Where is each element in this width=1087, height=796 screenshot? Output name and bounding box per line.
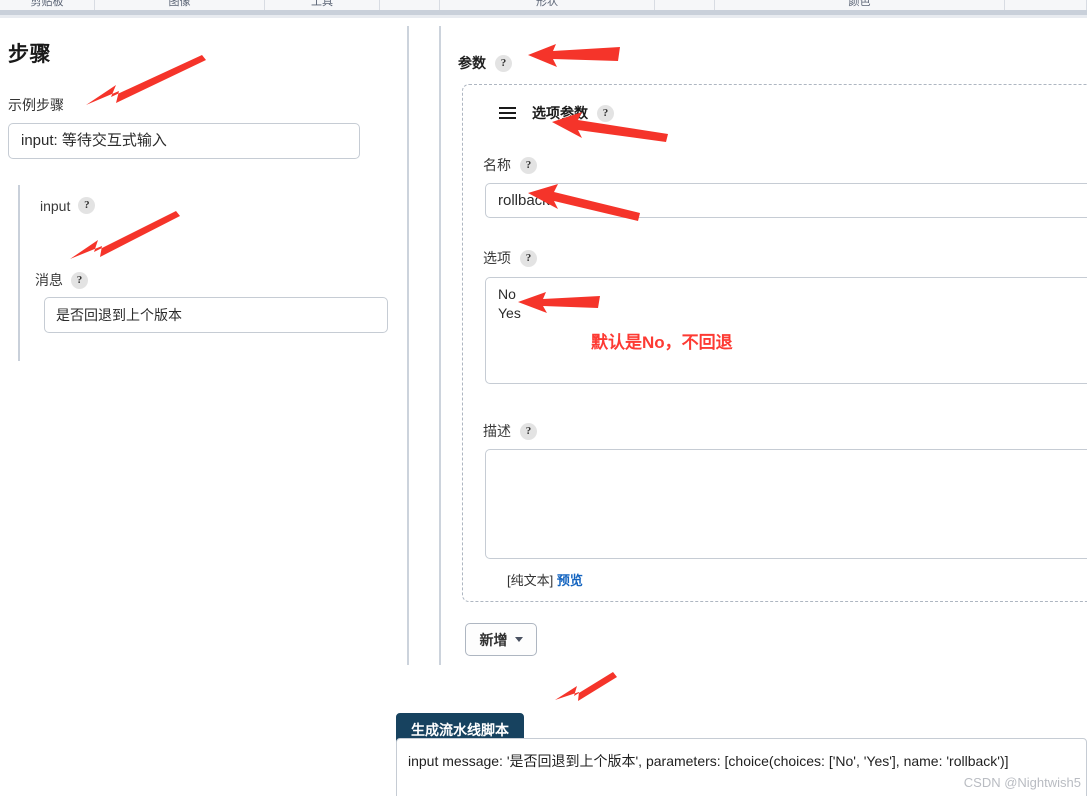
- parameters-panel: 参数 ? 选项参数 ? 名称 ? rollback 选项 ? No Yes 描述…: [396, 18, 1087, 796]
- step-detail-block: input ? 消息 ? 是否回退到上个版本: [18, 185, 400, 361]
- toolbar-group-剪贴板[interactable]: 剪贴板: [0, 0, 95, 10]
- step-name-row: input ?: [40, 197, 96, 214]
- description-field-label-row: 描述 ?: [483, 421, 537, 441]
- help-icon[interactable]: ?: [495, 54, 512, 72]
- name-input[interactable]: rollback: [485, 183, 1087, 218]
- parameters-label: 参数: [458, 55, 486, 71]
- annotation-default-no: 默认是No，不回退: [591, 333, 733, 352]
- panel-divider-left: [407, 26, 409, 665]
- generated-script-text: input message: '是否回退到上个版本', parameters: …: [408, 753, 1009, 769]
- help-icon[interactable]: ?: [520, 249, 537, 267]
- name-label: 名称: [483, 157, 511, 173]
- page-title: 步骤: [8, 43, 51, 66]
- name-field-label-row: 名称 ?: [483, 155, 537, 175]
- parameter-type-title: 选项参数 ?: [532, 103, 614, 123]
- message-row: 消息 ?: [35, 270, 88, 290]
- step-type-select[interactable]: input: 等待交互式输入: [8, 123, 360, 159]
- message-label: 消息: [35, 272, 63, 288]
- watermark: CSDN @Nightwish5: [963, 775, 1081, 790]
- chevron-down-icon: [514, 637, 523, 642]
- steps-panel: 步骤 示例步骤 input: 等待交互式输入 input ? 消息 ? 是否回退…: [0, 18, 400, 796]
- toolbar-group-6[interactable]: [655, 0, 715, 10]
- plain-text-label: [纯文本]: [507, 573, 554, 588]
- help-icon[interactable]: ?: [71, 271, 88, 289]
- help-icon[interactable]: ?: [520, 422, 537, 440]
- example-steps-label: 示例步骤: [8, 97, 64, 113]
- drag-handle-icon[interactable]: [499, 106, 516, 120]
- step-name-label: input: [40, 197, 71, 214]
- parameter-card-header: 选项参数 ?: [499, 103, 614, 123]
- description-footer: [纯文本] 预览: [507, 570, 583, 589]
- choices-textarea[interactable]: No Yes: [485, 277, 1087, 384]
- toolbar-group-图像[interactable]: 图像: [95, 0, 265, 10]
- add-button-label: 新增: [479, 631, 508, 648]
- editor-toolbar: 剪贴板 图像 工具 形状 颜色: [0, 0, 1087, 10]
- parameters-header: 参数 ?: [458, 53, 512, 73]
- app-root: 剪贴板 图像 工具 形状 颜色 步骤 示例步骤 input: 等待交互式输入 input…: [0, 0, 1087, 796]
- choices-field-label-row: 选项 ?: [483, 248, 537, 268]
- add-parameter-button[interactable]: 新增: [465, 623, 537, 656]
- description-label: 描述: [483, 423, 511, 439]
- help-icon[interactable]: ?: [78, 197, 96, 214]
- help-icon[interactable]: ?: [597, 104, 614, 122]
- preview-link[interactable]: 预览: [557, 573, 583, 588]
- help-icon[interactable]: ?: [520, 156, 537, 174]
- toolbar-group-工具[interactable]: 工具: [265, 0, 380, 10]
- parameter-type-label: 选项参数: [532, 105, 588, 121]
- toolbar-group-8[interactable]: [1005, 0, 1087, 10]
- message-input[interactable]: 是否回退到上个版本: [44, 297, 388, 333]
- toolbar-group-形状[interactable]: 形状: [440, 0, 655, 10]
- choices-label: 选项: [483, 250, 511, 266]
- description-textarea[interactable]: [485, 449, 1087, 559]
- toolbar-group-颜色[interactable]: 颜色: [715, 0, 1005, 10]
- parameter-card: 选项参数 ? 名称 ? rollback 选项 ? No Yes 描述 ? [纯…: [462, 84, 1087, 602]
- toolbar-group-4[interactable]: [380, 0, 440, 10]
